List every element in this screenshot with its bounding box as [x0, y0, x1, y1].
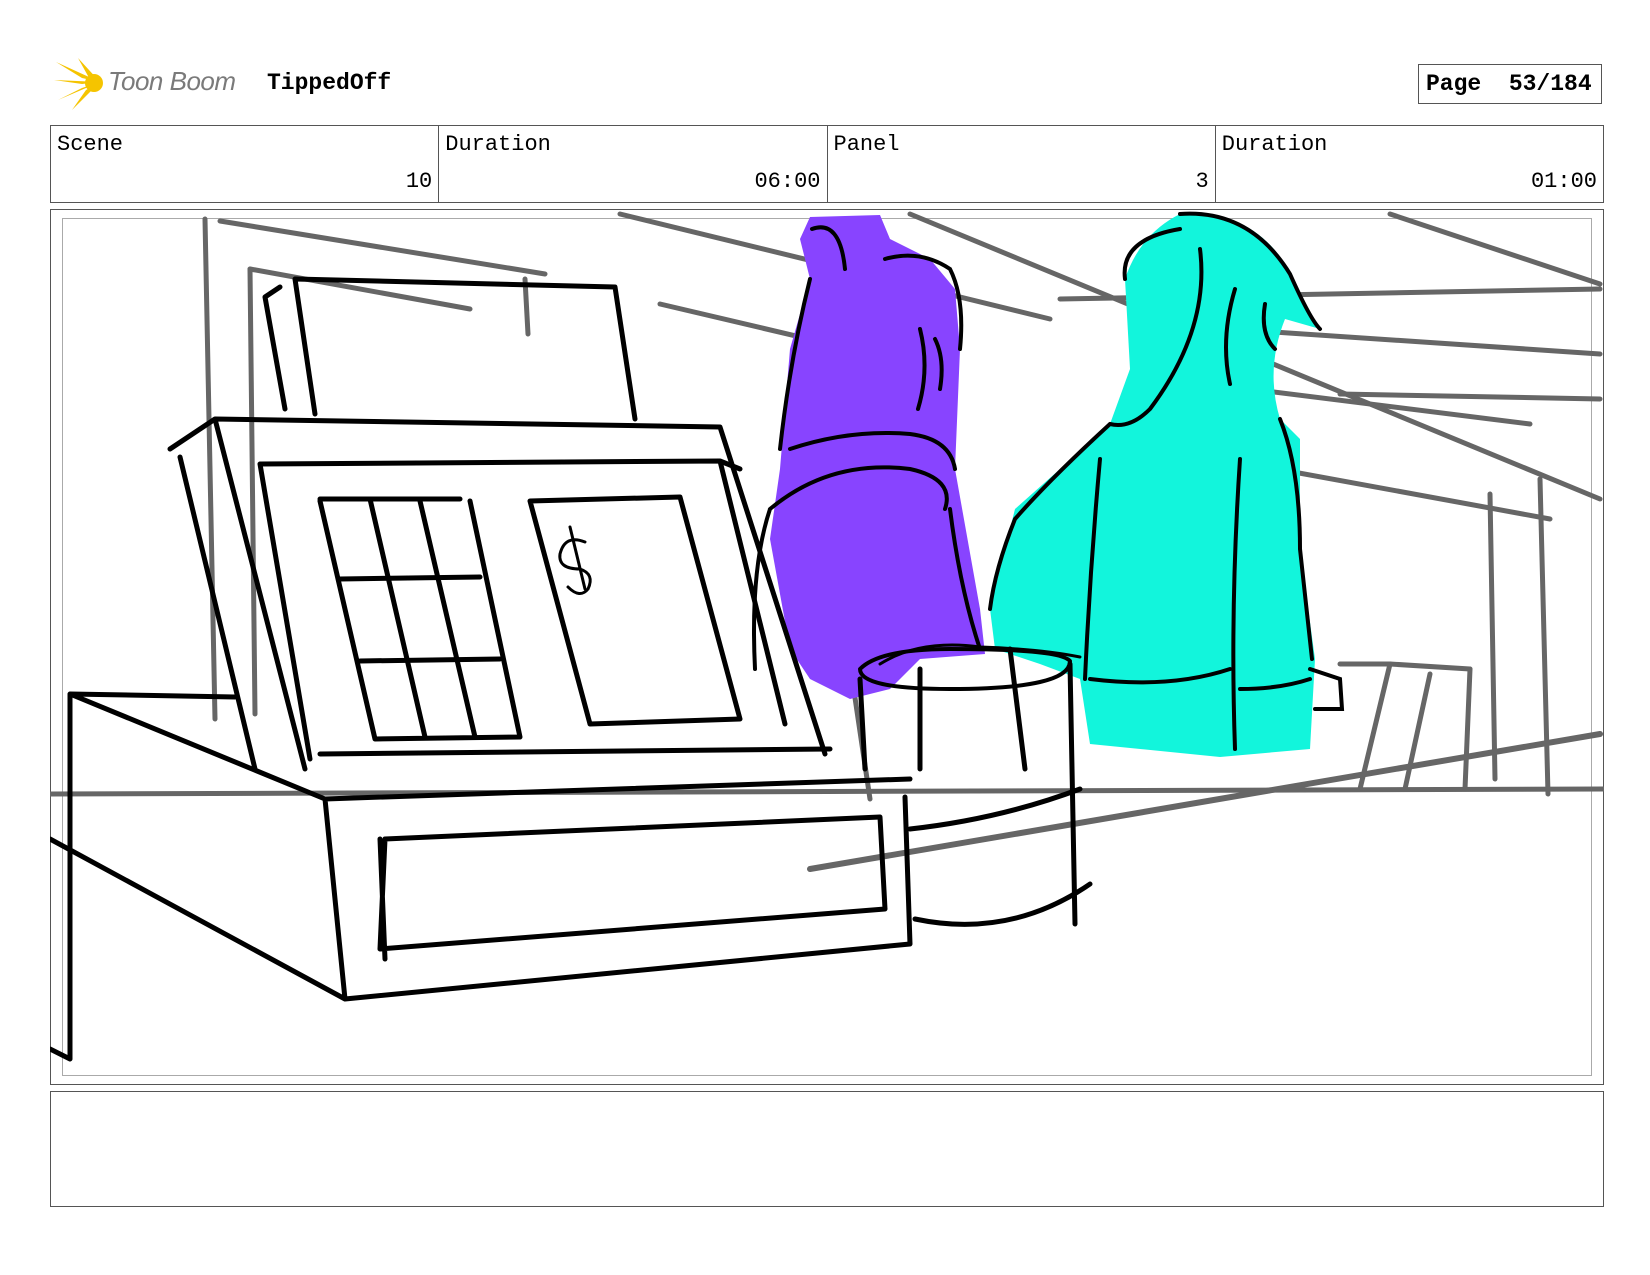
page-number: 53/184 — [1508, 71, 1592, 97]
project-title: TippedOff — [267, 70, 392, 96]
panel-value: 3 — [1195, 169, 1209, 194]
scene-duration-cell: Duration 06:00 — [439, 126, 828, 202]
panel-duration-cell: Duration 01:00 — [1216, 126, 1603, 202]
panel-cell: Panel 3 — [828, 126, 1216, 202]
panel-duration-label: Duration — [1221, 132, 1328, 157]
panel-info-table: Scene 10 Duration 06:00 Panel 3 Duration… — [50, 125, 1604, 203]
storyboard-drawing — [50, 211, 1604, 1062]
page-indicator: Page 53/184 — [1418, 64, 1602, 104]
scene-duration-value: 06:00 — [754, 169, 821, 194]
panel-notes-box — [50, 1091, 1604, 1207]
scene-label: Scene — [57, 132, 124, 157]
panel-label: Panel — [833, 132, 900, 157]
character-right — [988, 211, 1345, 758]
scene-duration-label: Duration — [445, 132, 551, 157]
panel-duration-value: 01:00 — [1530, 169, 1597, 194]
page-label: Page — [1426, 71, 1482, 97]
logo-text: Toon Boom — [108, 66, 236, 96]
scene-value: 10 — [405, 169, 433, 194]
scene-cell: Scene 10 — [51, 126, 440, 202]
character-left — [752, 215, 985, 699]
